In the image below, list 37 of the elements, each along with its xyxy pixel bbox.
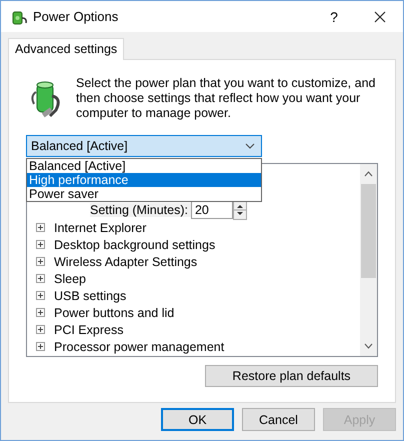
tree-item[interactable]: Desktop background settings: [54, 238, 216, 252]
tab[interactable]: Advanced settings: [8, 38, 124, 60]
restore-defaults-button[interactable]: Restore plan defaults: [205, 365, 378, 387]
tree-item[interactable]: USB settings: [54, 288, 126, 302]
chevron-up-icon[interactable]: [364, 171, 373, 177]
tree-item[interactable]: Power buttons and lid: [54, 306, 174, 320]
tree-item[interactable]: Sleep: [54, 272, 86, 286]
spinner-arrows-icon[interactable]: [232, 200, 247, 220]
plan-dropdown[interactable]: Balanced [Active]: [26, 135, 262, 157]
minutes-field[interactable]: 20: [190, 201, 233, 219]
dialog-button[interactable]: OK: [161, 408, 234, 431]
dropdown-option[interactable]: Balanced [Active]: [27, 159, 261, 173]
plus-icon[interactable]: [36, 257, 45, 266]
chevron-down-icon: [245, 143, 255, 149]
plus-icon[interactable]: [36, 240, 45, 249]
plus-icon[interactable]: [36, 308, 45, 317]
chevron-down-icon[interactable]: [364, 343, 373, 349]
tree-item[interactable]: Processor power management: [54, 340, 224, 354]
tree-item[interactable]: Internet Explorer: [54, 220, 146, 234]
tree-item[interactable]: Wireless Adapter Settings: [54, 254, 198, 268]
plus-icon[interactable]: [36, 291, 45, 300]
setting-label: Setting (Minutes):: [90, 203, 191, 217]
window-title: Power Options: [33, 9, 118, 24]
description-text: Select the power plan that you want to customize, and then choose settings that reflect how you want your computer to manage power.: [76, 76, 376, 121]
dropdown-option[interactable]: Power saver: [27, 187, 261, 201]
battery-plug-icon: [10, 8, 28, 24]
tree-item[interactable]: PCI Express: [54, 322, 124, 336]
close-icon: [374, 10, 386, 22]
plus-icon[interactable]: [36, 274, 45, 283]
scrollbar-thumb[interactable]: [361, 184, 376, 278]
help-button[interactable]: ?: [311, 2, 357, 32]
dialog-button[interactable]: Cancel: [242, 408, 315, 431]
scrollbar[interactable]: [360, 164, 377, 356]
plus-icon[interactable]: [36, 223, 45, 232]
plus-icon[interactable]: [36, 342, 45, 351]
dropdown-option[interactable]: High performance: [27, 173, 261, 187]
plus-icon[interactable]: [36, 325, 45, 334]
